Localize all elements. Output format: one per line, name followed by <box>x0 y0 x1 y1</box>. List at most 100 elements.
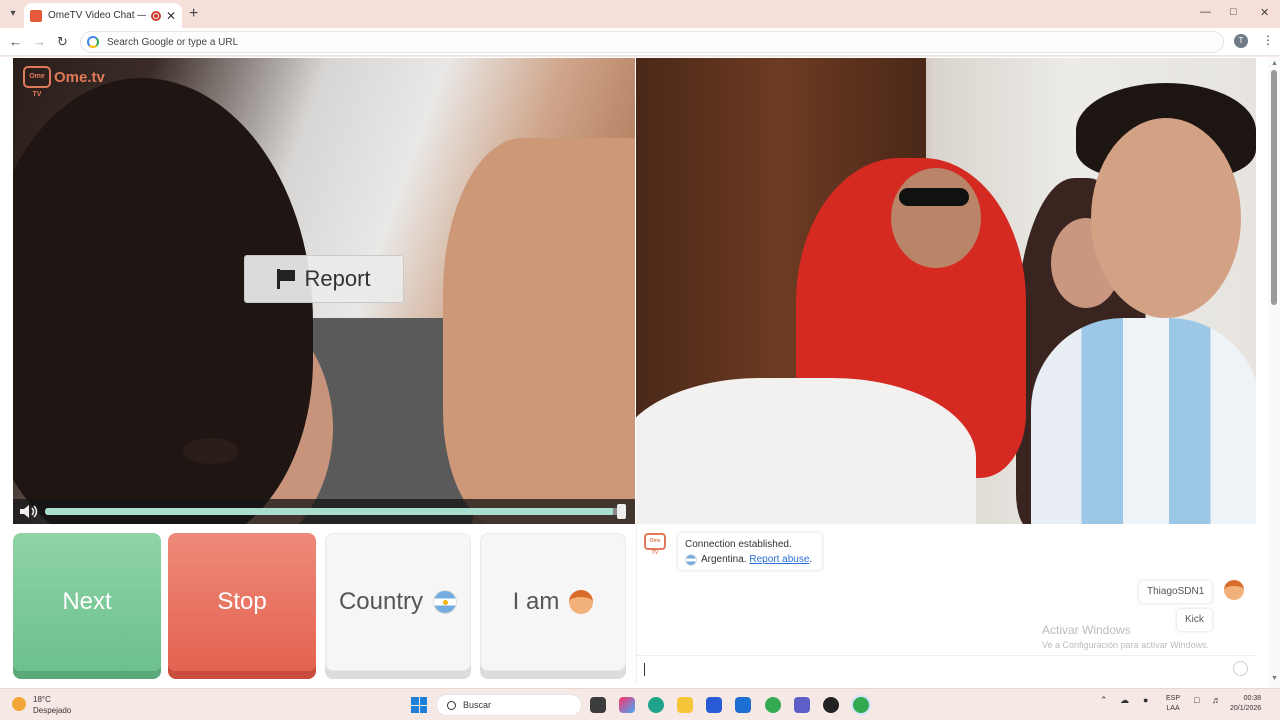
activation-title: Activar Windows <box>1042 623 1131 637</box>
stop-button[interactable]: Stop <box>168 533 316 671</box>
stranger-username: ThiagoSDN1 <box>1139 581 1212 603</box>
browser-tab-ometv[interactable]: OmeTV Video Chat — Ome ✕ <box>24 3 182 28</box>
country-button[interactable]: Country <box>325 533 471 671</box>
browser-toolbar: ← → ↻ Search Google or type a URL T ⋮ <box>0 28 1280 56</box>
language-top: ESP <box>1166 695 1181 702</box>
clock-date: 20/1/2026 <box>1230 705 1262 712</box>
close-tab-icon[interactable]: ✕ <box>166 9 176 23</box>
chrome-active-icon[interactable] <box>853 697 869 713</box>
ometv-logo[interactable]: Ome TV Ome.tv <box>23 66 105 98</box>
emoji-icon[interactable] <box>1233 661 1248 676</box>
outlook-icon[interactable] <box>735 697 751 713</box>
ometv-chat-logo-icon: Ome TV <box>644 533 666 556</box>
file-explorer-icon[interactable] <box>677 697 693 713</box>
taskbar-search[interactable]: Buscar <box>436 694 582 716</box>
language-bottom: LAA <box>1166 705 1180 712</box>
volume-tray-icon[interactable]: ♬ <box>1212 695 1221 705</box>
recording-indicator-icon <box>150 10 161 21</box>
system-message: Connection established. Argentina. Repor… <box>678 533 822 570</box>
display-icon[interactable]: □ <box>1194 695 1199 705</box>
video-scene-shape <box>1091 118 1241 318</box>
weather-description: Despejado <box>33 706 72 715</box>
scroll-thumb[interactable] <box>1271 70 1277 305</box>
video-scene-shape <box>636 378 976 524</box>
weather-widget[interactable]: 18°C Despejado <box>33 694 71 716</box>
page-scrollbar[interactable]: ▲ ▼ <box>1268 57 1280 688</box>
tv-logo-icon: Ome TV <box>23 66 51 98</box>
language-indicator[interactable]: ESP LAA <box>1166 694 1180 714</box>
tab-title: OmeTV Video Chat — Ome <box>48 10 146 21</box>
report-abuse-link[interactable]: Report abuse <box>749 552 809 567</box>
next-button[interactable]: Next <box>13 533 161 671</box>
scroll-up-arrow-icon[interactable]: ▲ <box>1271 60 1278 67</box>
chat-message-input[interactable] <box>637 655 1257 681</box>
local-video: Ome TV Ome.tv Report <box>13 58 635 524</box>
connection-message: Connection established. <box>685 539 792 550</box>
weather-moon-icon[interactable] <box>12 697 26 711</box>
copilot-icon[interactable] <box>619 697 635 713</box>
volume-fill <box>45 508 614 515</box>
forward-arrow-icon[interactable]: → <box>33 34 46 50</box>
chat-panel: Ome TV Connection established. Argentina… <box>636 525 1257 685</box>
microphone-icon[interactable]: ● <box>1143 695 1148 705</box>
scroll-down-arrow-icon[interactable]: ▼ <box>1271 675 1278 682</box>
boy-emoji-icon <box>569 590 594 614</box>
back-arrow-icon[interactable]: ← <box>9 34 22 50</box>
i-am-label: I am <box>512 588 560 615</box>
browser-tab-bar: ▾ OmeTV Video Chat — Ome ✕ + — □ ✕ <box>0 0 1280 28</box>
speaker-icon[interactable] <box>19 504 39 519</box>
ometv-favicon-icon <box>30 9 42 22</box>
google-icon <box>87 36 99 48</box>
activation-subtitle: Ve a Configuración para activar Windows. <box>1042 640 1210 650</box>
next-label: Next <box>62 588 112 615</box>
store-icon[interactable] <box>706 697 722 713</box>
boy-avatar-icon <box>1224 580 1244 600</box>
search-label: Buscar <box>463 700 492 710</box>
text-caret <box>644 663 645 676</box>
video-scene-shape <box>183 438 239 464</box>
flag-icon <box>277 269 296 289</box>
address-bar[interactable]: Search Google or type a URL <box>80 31 1224 53</box>
maximize-icon[interactable]: □ <box>1230 6 1237 18</box>
search-icon <box>447 700 456 710</box>
windows-activation-watermark: Activar Windows Ve a Configuración para … <box>1042 623 1209 650</box>
minimize-icon[interactable]: — <box>1200 6 1211 18</box>
argentina-flag-icon <box>433 590 458 614</box>
video-scene-shape <box>891 168 981 268</box>
system-clock[interactable]: 00:38 20/1/2026 <box>1230 694 1261 714</box>
report-abuse-suffix: . <box>809 554 813 565</box>
tab-list-chevron-icon[interactable]: ▾ <box>4 5 22 23</box>
close-window-icon[interactable]: ✕ <box>1260 6 1269 19</box>
video-scene-shape <box>1031 318 1256 524</box>
country-label: Country <box>338 588 424 615</box>
task-view-icon[interactable] <box>590 697 606 713</box>
temperature: 18°C <box>33 695 51 704</box>
cloud-icon[interactable]: ☁ <box>1120 695 1129 706</box>
clock-time: 00:38 <box>1243 695 1262 702</box>
windows-taskbar: 18°C Despejado Buscar ⌃ ☁ ● ESP LAA □ ♬ … <box>0 688 1280 720</box>
edge-icon[interactable] <box>648 697 664 713</box>
obs-icon[interactable] <box>823 697 839 713</box>
windows-start-icon[interactable] <box>411 697 427 713</box>
video-scene-shape <box>443 138 635 524</box>
logo-text: Ome.tv <box>54 68 105 86</box>
gender-button[interactable]: I am <box>480 533 626 671</box>
country-name: Argentina. <box>701 554 747 565</box>
report-button[interactable]: Report <box>244 255 404 303</box>
ometv-page: Ome TV Ome.tv Report Next Stop Country I… <box>0 57 1280 688</box>
volume-slider[interactable] <box>45 508 625 515</box>
reload-icon[interactable]: ↻ <box>57 34 68 50</box>
profile-avatar[interactable]: T <box>1234 34 1248 48</box>
remote-video <box>636 58 1256 524</box>
new-tab-button[interactable]: + <box>189 5 198 23</box>
volume-slider-handle[interactable] <box>617 504 626 519</box>
volume-bar <box>13 499 635 524</box>
address-placeholder: Search Google or type a URL <box>107 36 239 48</box>
video-scene-shape <box>899 188 969 206</box>
teams-icon[interactable] <box>794 697 810 713</box>
chrome-icon[interactable] <box>765 697 781 713</box>
browser-menu-icon[interactable]: ⋮ <box>1262 33 1274 47</box>
argentina-flag-icon <box>685 553 697 566</box>
report-label: Report <box>304 266 371 291</box>
tray-chevron-icon[interactable]: ⌃ <box>1100 695 1108 706</box>
